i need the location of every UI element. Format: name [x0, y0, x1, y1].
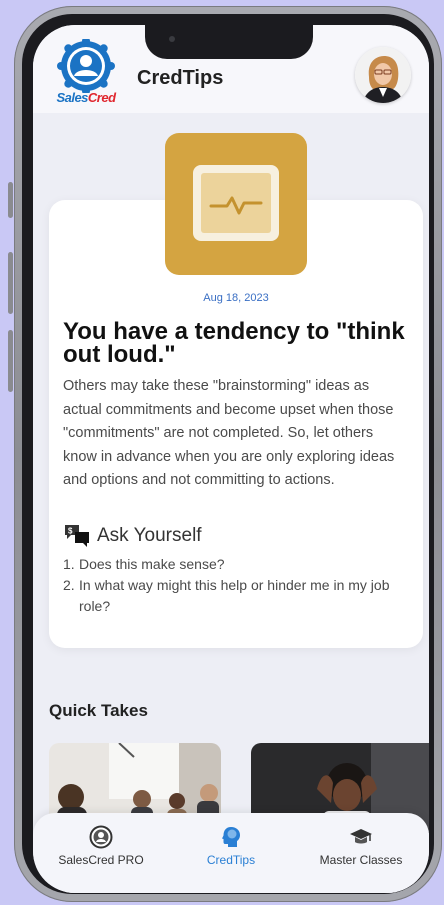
nav-item-salescred-pro[interactable]: SalesCred PRO [35, 825, 167, 867]
page-title: CredTips [137, 67, 224, 89]
nav-item-credtips[interactable]: CredTips [165, 825, 297, 867]
phone-side-button [8, 182, 13, 218]
salescred-logo[interactable]: SalesCred [51, 37, 121, 105]
camera-icon [169, 36, 175, 42]
tip-title: You have a tendency to "think out loud." [63, 318, 405, 368]
tip-category-icon [165, 133, 307, 275]
ask-yourself-label: Ask Yourself [97, 525, 202, 546]
nav-label: SalesCred PRO [58, 853, 144, 867]
svg-text:$: $ [68, 527, 73, 536]
list-item: 2. In what way might this help or hinder… [63, 577, 390, 614]
ask-yourself-heading: $ Ask Yourself [63, 523, 202, 549]
nav-item-master-classes[interactable]: Master Classes [295, 825, 427, 867]
phone-side-button [8, 330, 13, 392]
list-item: 1. Does this make sense? [63, 556, 225, 572]
graduation-cap-icon [349, 825, 373, 849]
logo-text: SalesCred [56, 90, 116, 105]
quick-takes-title: Quick Takes [49, 701, 148, 720]
bottom-nav: SalesCred PRO CredTips Master Classes [33, 813, 429, 893]
nav-label: CredTips [206, 853, 256, 867]
profile-photo [355, 47, 411, 103]
question-list: 1. Does this make sense? 2. In what way … [63, 554, 409, 617]
nav-label: Master Classes [319, 853, 403, 867]
chat-bubbles-icon: $ [63, 523, 91, 549]
phone-notch [145, 25, 313, 59]
monitor-icon [193, 165, 279, 241]
user-circle-icon [89, 825, 113, 849]
avatar[interactable] [355, 47, 411, 103]
app-screen: SalesCred CredTips Aug 18, 2023 You have… [33, 25, 429, 893]
phone-side-button [8, 252, 13, 314]
stage: SalesCred CredTips Aug 18, 2023 You have… [0, 0, 444, 905]
brain-head-icon [219, 825, 243, 849]
salescred-logo-icon [57, 37, 115, 95]
tip-body: Others may take these "brainstorming" id… [63, 378, 395, 488]
tip-date: Aug 18, 2023 [203, 292, 269, 304]
